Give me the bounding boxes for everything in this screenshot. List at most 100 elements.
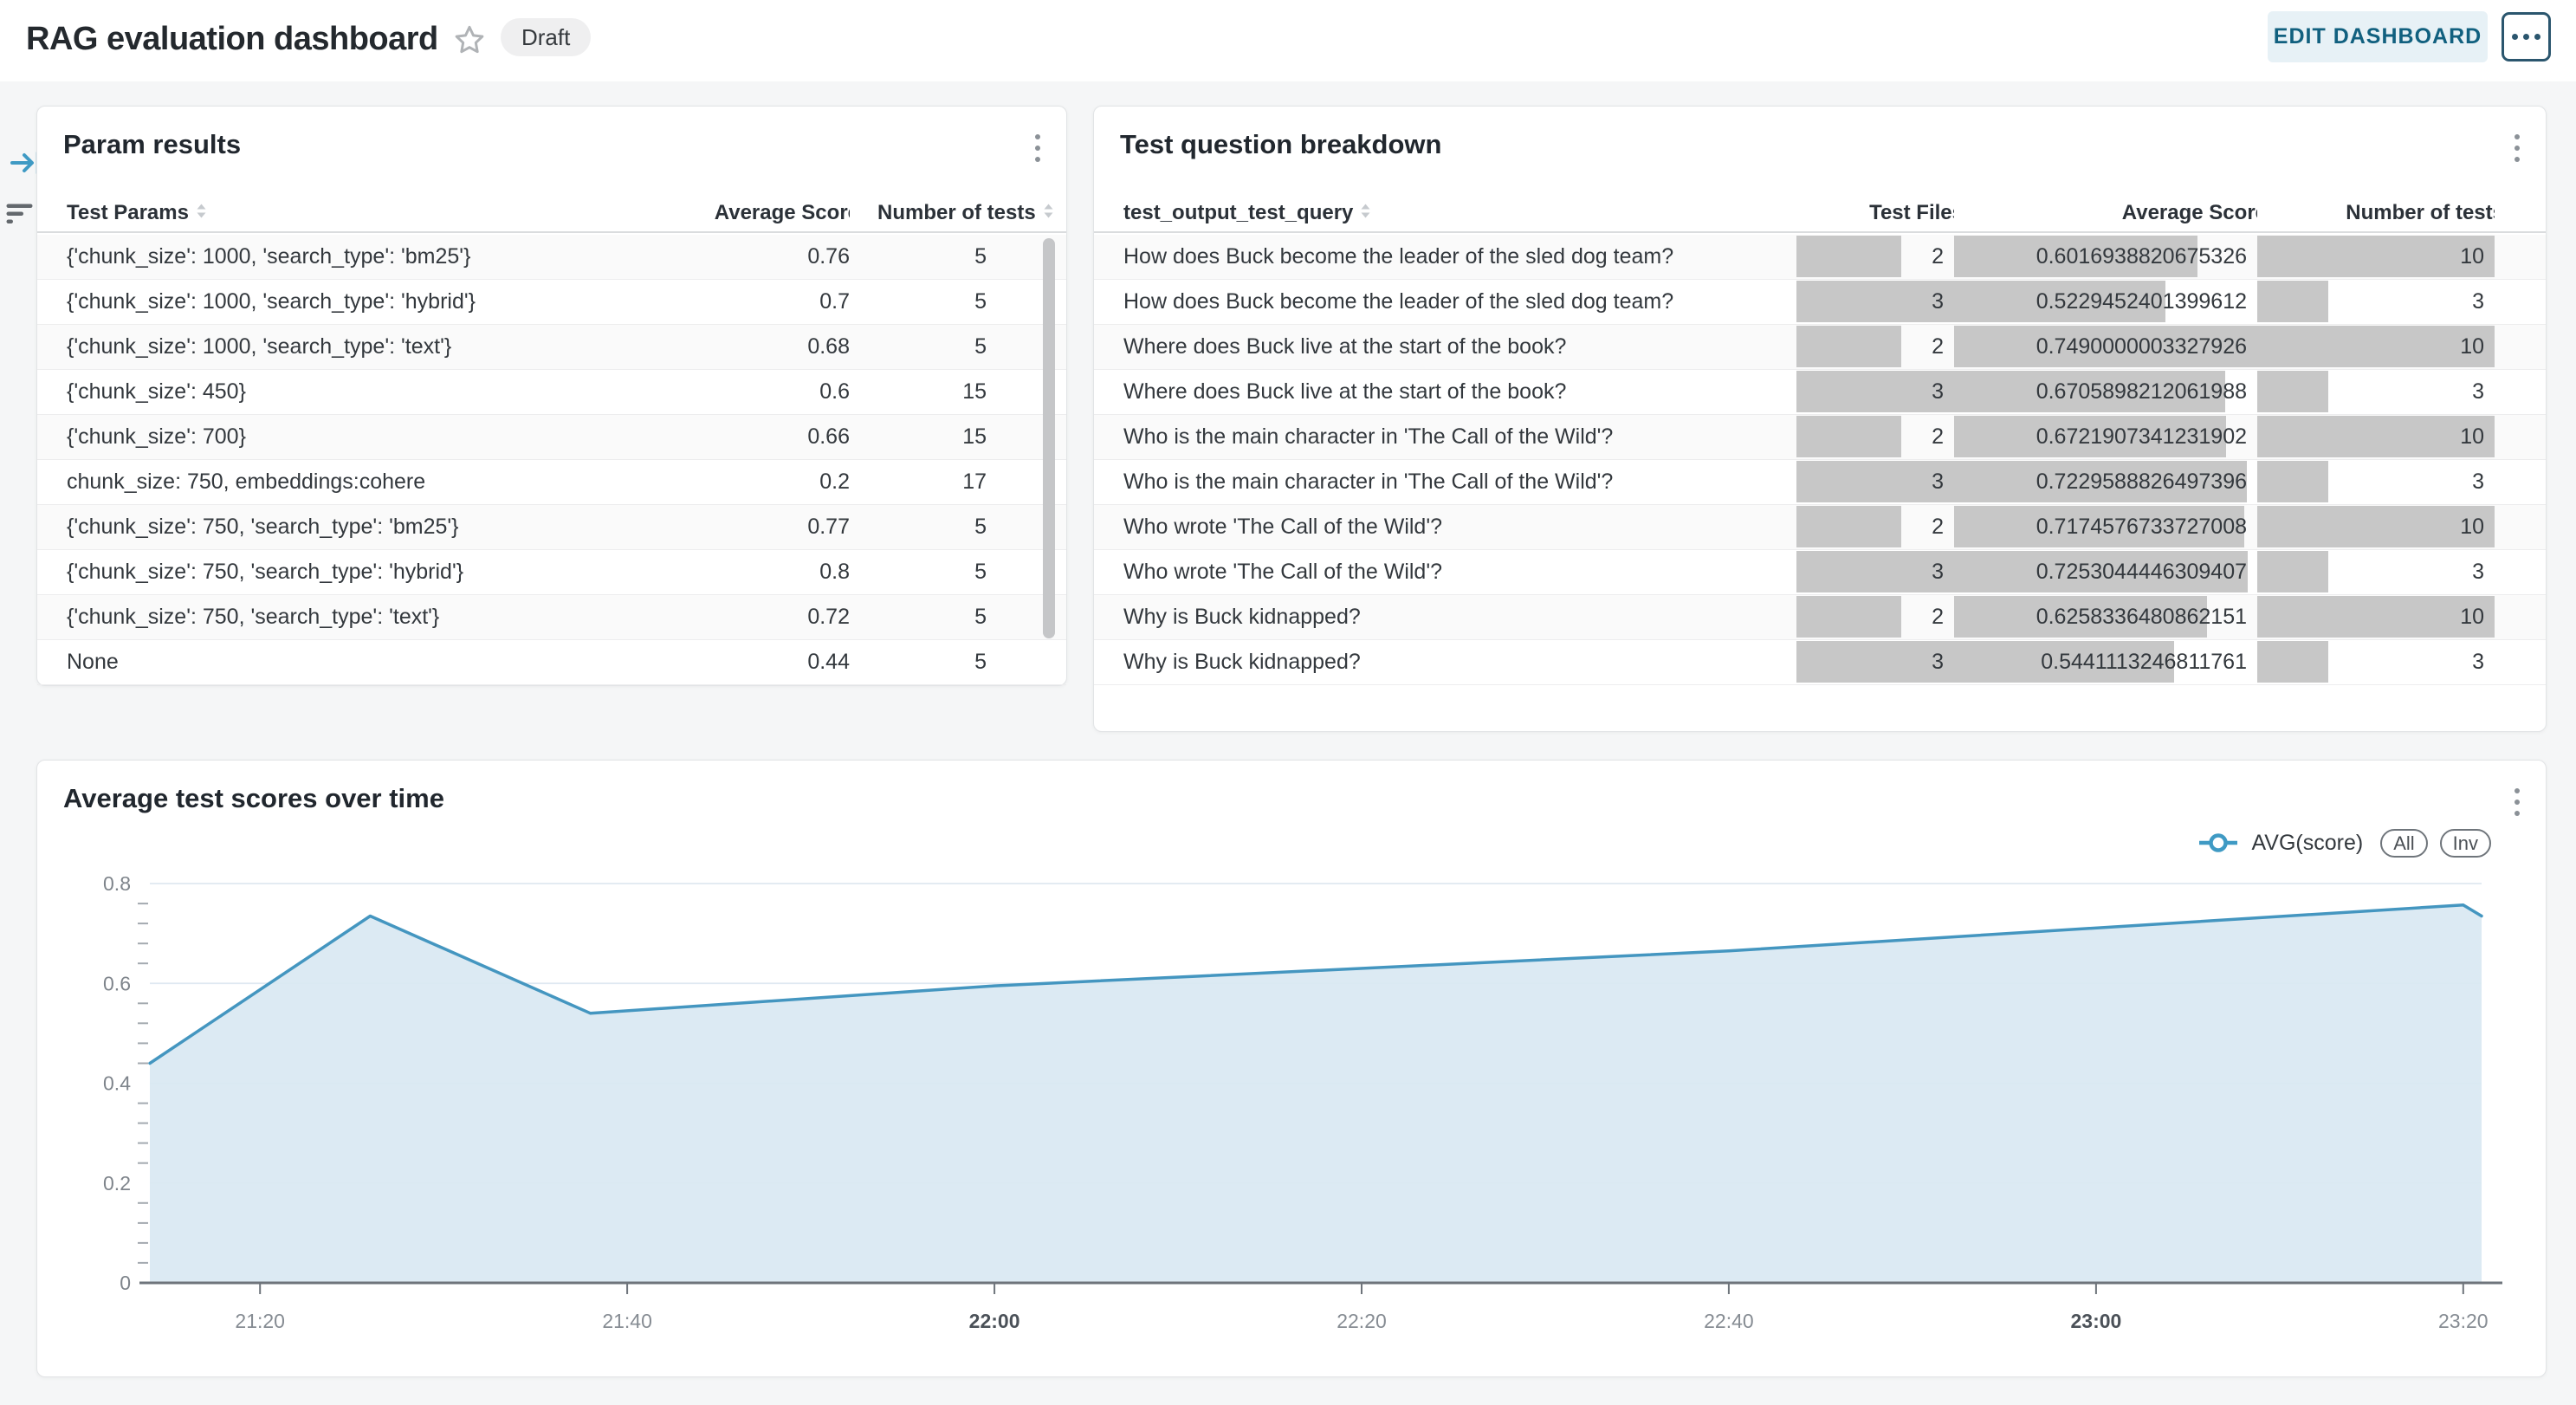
cell-test-files: 3 [1796,640,1954,684]
svg-text:22:20: 22:20 [1337,1310,1387,1332]
column-header-number-of-tests[interactable]: Number of tests [2257,191,2495,235]
table-row: {'chunk_size': 1000, 'search_type': 'hyb… [37,280,1066,325]
table-row: {'chunk_size': 700}0.6615 [37,415,1066,460]
table-row: None0.445 [37,640,1066,685]
legend-all-button[interactable]: All [2380,829,2427,858]
cell-test-files: 3 [1796,550,1954,594]
cell-average-score: 0.76 [625,235,850,279]
cell-test-query: Who wrote 'The Call of the Wild'? [1094,505,1796,549]
column-header-average-score[interactable]: Average Score [625,191,850,235]
param-table-body: {'chunk_size': 1000, 'search_type': 'bm2… [37,235,1066,685]
header: RAG evaluation dashboard Draft EDIT DASH… [0,0,2576,81]
cell-average-score: 0.44 [625,640,850,684]
cell-average-score: 0.6016938820675326 [1954,235,2257,279]
cell-number-of-tests: 5 [850,325,1066,369]
cell-test-query: Why is Buck kidnapped? [1094,640,1796,684]
filter-icon[interactable] [5,201,36,225]
cell-number-of-tests: 5 [850,235,1066,279]
table-row: Who is the main character in 'The Call o… [1094,460,2546,505]
table-row: Where does Buck live at the start of the… [1094,370,2546,415]
table-row: Who is the main character in 'The Call o… [1094,415,2546,460]
table-row: {'chunk_size': 750, 'search_type': 'text… [37,595,1066,640]
table-row: Where does Buck live at the start of the… [1094,325,2546,370]
svg-text:0.4: 0.4 [103,1072,131,1095]
cell-number-of-tests: 15 [850,370,1066,414]
card-title: Test question breakdown [1120,129,1441,160]
kebab-menu-icon[interactable] [1032,131,1044,165]
table-row: {'chunk_size': 750, 'search_type': 'hybr… [37,550,1066,595]
cell-number-of-tests: 5 [850,595,1066,639]
column-header-test-files[interactable]: Test Files [1796,191,1954,235]
cell-test-query: Who wrote 'The Call of the Wild'? [1094,550,1796,594]
svg-text:22:00: 22:00 [969,1310,1020,1332]
cell-average-score: 0.66 [625,415,850,459]
breakdown-table-header: test_output_test_query Test Files Averag… [1094,193,2546,233]
more-menu-button[interactable] [2502,12,2551,62]
cell-number-of-tests: 10 [2257,595,2495,639]
cell-number-of-tests: 10 [2257,415,2495,459]
cell-average-score: 0.68 [625,325,850,369]
chart-legend: AVG(score) All Inv [2197,829,2491,857]
cell-average-score: 0.7174576733727008 [1954,505,2257,549]
table-row: How does Buck become the leader of the s… [1094,235,2546,280]
card-title: Average test scores over time [63,783,444,814]
param-table-header: Test Params Average Score Number of test… [37,193,1066,233]
column-header-test-params[interactable]: Test Params [37,191,625,235]
cell-number-of-tests: 5 [850,280,1066,324]
cell-test-params: None [37,640,625,684]
cell-test-files: 3 [1796,460,1954,504]
kebab-menu-icon[interactable] [2511,785,2523,819]
column-header-number-of-tests[interactable]: Number of tests [850,191,1066,235]
area-chart[interactable]: 00.20.40.60.821:2021:4022:0022:2022:4023… [37,864,2547,1367]
svg-text:21:20: 21:20 [235,1310,285,1332]
table-row: {'chunk_size': 450}0.615 [37,370,1066,415]
cell-test-query: Who is the main character in 'The Call o… [1094,460,1796,504]
cell-test-files: 2 [1796,235,1954,279]
table-scrollbar[interactable] [1043,238,1055,638]
svg-text:21:40: 21:40 [602,1310,652,1332]
svg-text:23:20: 23:20 [2438,1310,2489,1332]
cell-number-of-tests: 3 [2257,640,2495,684]
cell-test-files: 3 [1796,280,1954,324]
cell-test-files: 3 [1796,370,1954,414]
svg-text:0.8: 0.8 [103,872,131,895]
cell-number-of-tests: 10 [2257,235,2495,279]
legend-inv-button[interactable]: Inv [2440,829,2491,858]
table-row: Why is Buck kidnapped?20.625833648086215… [1094,595,2546,640]
cell-average-score: 0.7229588826497396 [1954,460,2257,504]
cell-test-params: {'chunk_size': 450} [37,370,625,414]
cell-test-query: How does Buck become the leader of the s… [1094,280,1796,324]
svg-text:0: 0 [120,1272,131,1294]
cell-number-of-tests: 3 [2257,280,2495,324]
edit-dashboard-button[interactable]: EDIT DASHBOARD [2268,11,2488,62]
x-axis: 21:2021:4022:0022:2022:4023:0023:20 [139,1283,2502,1332]
cell-average-score: 0.6 [625,370,850,414]
column-header-average-score[interactable]: Average Score [1954,191,2257,235]
cell-number-of-tests: 17 [850,460,1066,504]
table-row: Why is Buck kidnapped?30.544111324681176… [1094,640,2546,685]
page-title: RAG evaluation dashboard [26,21,438,58]
star-icon[interactable] [452,23,487,57]
table-row: How does Buck become the leader of the s… [1094,280,2546,325]
more-menu-icon [2512,34,2518,40]
table-row: {'chunk_size': 1000, 'search_type': 'bm2… [37,235,1066,280]
cell-test-params: {'chunk_size': 700} [37,415,625,459]
cell-test-params: {'chunk_size': 1000, 'search_type': 'tex… [37,325,625,369]
cell-number-of-tests: 5 [850,550,1066,594]
kebab-menu-icon[interactable] [2511,131,2523,165]
cell-number-of-tests: 10 [2257,325,2495,369]
table-row: chunk_size: 750, embeddings:cohere0.217 [37,460,1066,505]
sort-icon [1043,191,1054,235]
column-header-test-query[interactable]: test_output_test_query [1094,191,1796,235]
table-row: Who wrote 'The Call of the Wild'?20.7174… [1094,505,2546,550]
svg-text:0.6: 0.6 [103,972,131,994]
card-title: Param results [63,129,241,160]
status-badge: Draft [501,18,591,56]
cell-average-score: 0.5441113246811761 [1954,640,2257,684]
cell-average-score: 0.7490000003327926 [1954,325,2257,369]
cell-number-of-tests: 15 [850,415,1066,459]
cell-test-query: Who is the main character in 'The Call o… [1094,415,1796,459]
svg-text:0.2: 0.2 [103,1172,131,1195]
cell-test-params: chunk_size: 750, embeddings:cohere [37,460,625,504]
cell-number-of-tests: 3 [2257,370,2495,414]
